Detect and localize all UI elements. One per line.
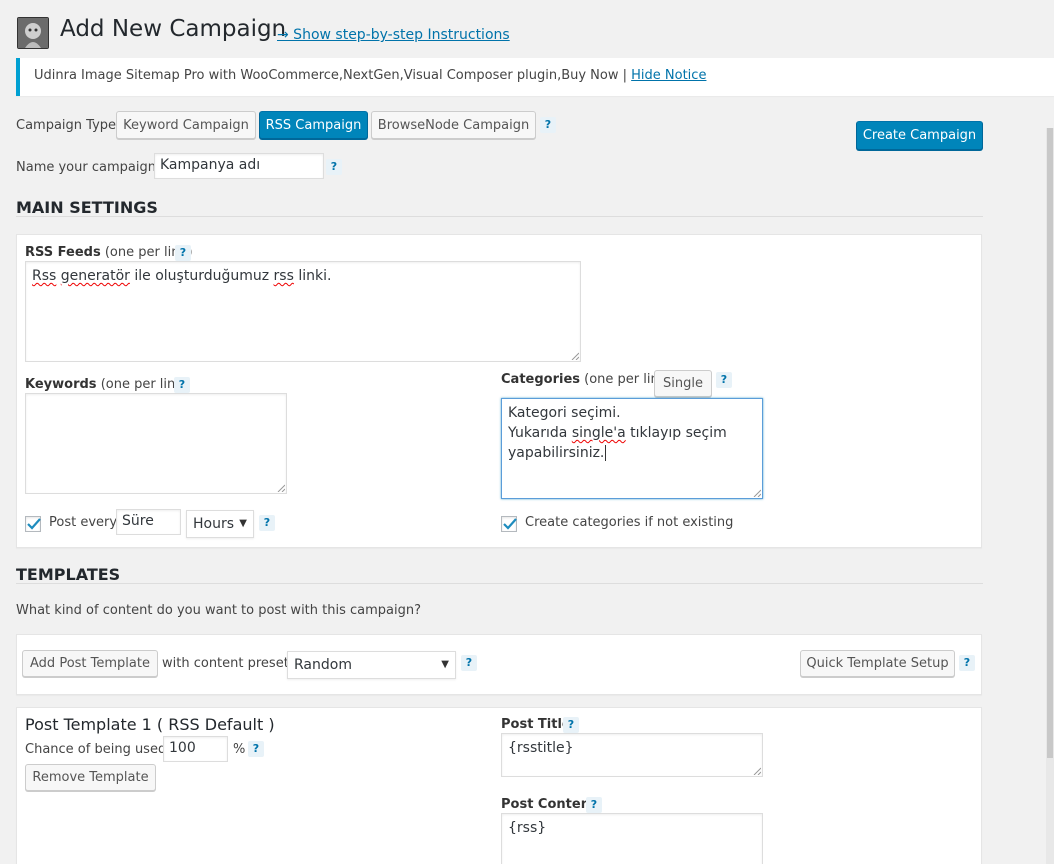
- resize-grip-icon[interactable]: [753, 767, 761, 775]
- campaign-name-help-icon[interactable]: ?: [326, 159, 342, 175]
- resize-grip-icon[interactable]: [277, 484, 285, 492]
- remove-template-button[interactable]: Remove Template: [25, 764, 156, 791]
- campaign-name-label: Name your campaign:: [16, 160, 161, 175]
- checkmark-icon: [503, 518, 517, 530]
- templates-heading: TEMPLATES: [16, 565, 121, 584]
- templates-divider: [16, 583, 983, 584]
- create-categories-label: Create categories if not existing: [525, 515, 734, 530]
- campaign-name-input[interactable]: Kampanya adı: [154, 153, 324, 179]
- post-every-checkbox[interactable]: [25, 516, 41, 532]
- resize-grip-icon[interactable]: [571, 352, 579, 360]
- create-campaign-button[interactable]: Create Campaign: [856, 121, 983, 150]
- page-title: Add New Campaign: [60, 16, 287, 42]
- keywords-label: Keywords (one per line): [25, 377, 189, 392]
- dropdown-arrow-icon: ▼: [239, 518, 247, 529]
- page-scrollbar-thumb[interactable]: [1047, 128, 1053, 758]
- hide-notice-link[interactable]: Hide Notice: [631, 68, 706, 83]
- categories-help-icon[interactable]: ?: [716, 372, 732, 388]
- content-preset-select[interactable]: Random ▼: [287, 651, 456, 679]
- chance-input[interactable]: 100: [163, 736, 228, 762]
- post-title-help-icon[interactable]: ?: [563, 717, 579, 733]
- content-preset-label: with content preset:: [162, 656, 294, 671]
- dropdown-arrow-icon: ▼: [441, 659, 449, 670]
- keyword-campaign-button[interactable]: Keyword Campaign: [116, 111, 256, 139]
- rss-feeds-label: RSS Feeds (one per line): [25, 245, 193, 260]
- post-content-textarea[interactable]: {rss}: [501, 813, 763, 864]
- post-every-unit-select[interactable]: Hours ▼: [186, 510, 254, 538]
- percent-label: %: [233, 742, 246, 757]
- post-title-textarea[interactable]: {rsstitle}: [501, 733, 763, 777]
- rss-feeds-help-icon[interactable]: ?: [175, 245, 191, 261]
- add-post-template-button[interactable]: Add Post Template: [22, 650, 158, 677]
- create-categories-checkbox[interactable]: [501, 516, 517, 532]
- resize-grip-icon[interactable]: [753, 489, 761, 497]
- rss-campaign-button[interactable]: RSS Campaign: [259, 111, 368, 139]
- post-every-input[interactable]: Süre: [116, 509, 181, 535]
- campaign-type-help-icon[interactable]: ?: [540, 117, 556, 133]
- admin-notice: Udinra Image Sitemap Pro with WooCommerc…: [16, 58, 1054, 96]
- checkmark-icon: [27, 518, 41, 530]
- post-content-label: Post Content: [501, 797, 597, 812]
- main-settings-divider: [16, 216, 983, 217]
- notice-text: Udinra Image Sitemap Pro with WooCommerc…: [34, 68, 632, 83]
- post-title-label: Post Title: [501, 717, 571, 732]
- categories-textarea[interactable]: Kategori seçimi. Yukarıda single'a tıklay…: [501, 398, 763, 499]
- post-template-title: Post Template 1 ( RSS Default ): [25, 715, 275, 734]
- post-every-help-icon[interactable]: ?: [259, 515, 275, 531]
- campaign-type-label: Campaign Type:: [16, 118, 121, 133]
- categories-label: Categories (one per line): [501, 372, 672, 387]
- keywords-help-icon[interactable]: ?: [174, 377, 190, 393]
- plugin-logo-icon: [17, 17, 49, 49]
- content-preset-help-icon[interactable]: ?: [461, 655, 477, 671]
- main-settings-heading: MAIN SETTINGS: [16, 198, 158, 217]
- post-every-label: Post every: [49, 515, 118, 530]
- rss-feeds-textarea[interactable]: Rss generatör ile oluşturduğumuz rss lin…: [25, 261, 581, 362]
- chance-help-icon[interactable]: ?: [248, 741, 264, 757]
- quick-template-help-icon[interactable]: ?: [959, 655, 975, 671]
- chance-label: Chance of being used:: [25, 742, 171, 757]
- quick-template-setup-button[interactable]: Quick Template Setup: [800, 650, 955, 677]
- templates-question: What kind of content do you want to post…: [16, 603, 421, 618]
- show-instructions-link[interactable]: → Show step-by-step Instructions: [277, 27, 510, 43]
- post-content-help-icon[interactable]: ?: [586, 797, 602, 813]
- keywords-textarea[interactable]: [25, 393, 287, 494]
- browsenode-campaign-button[interactable]: BrowseNode Campaign: [371, 111, 536, 139]
- single-category-button[interactable]: Single: [654, 370, 712, 397]
